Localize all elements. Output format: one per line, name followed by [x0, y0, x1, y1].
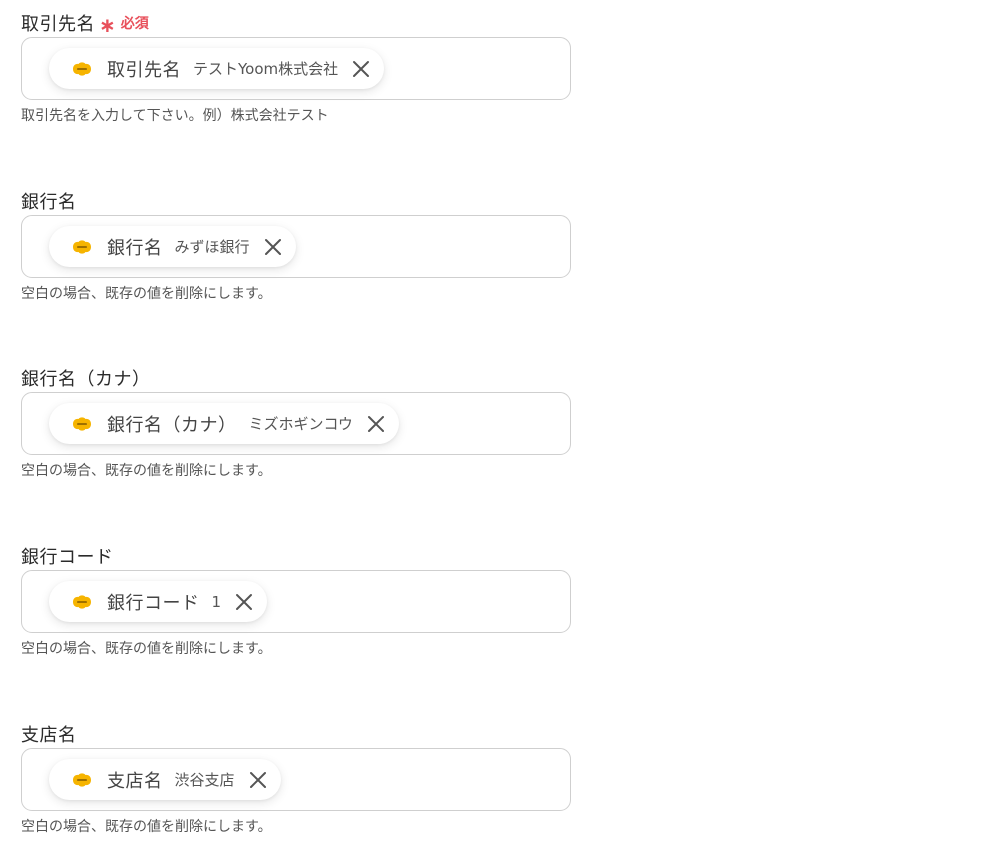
variable-chip[interactable]: 銀行名（カナ） ミズホギンコウ	[49, 403, 399, 444]
field-label-row: 支店名	[21, 722, 571, 746]
chip-value: 渋谷支店	[174, 771, 235, 789]
field-label: 支店名	[21, 725, 77, 746]
close-icon[interactable]	[350, 58, 372, 80]
field-label-row: 銀行名（カナ）	[21, 366, 571, 390]
variable-chip[interactable]: 銀行コード 1	[49, 581, 268, 622]
field-label: 銀行コード	[21, 547, 114, 568]
kintone-icon	[73, 239, 91, 254]
field-label: 取引先名	[21, 14, 95, 35]
close-icon[interactable]	[247, 769, 269, 791]
close-icon[interactable]	[262, 236, 284, 258]
kintone-icon	[73, 416, 91, 431]
close-icon[interactable]	[365, 413, 387, 435]
help-text: 空白の場合、既存の値を削除にします。	[21, 641, 272, 657]
help-text: 空白の場合、既存の値を削除にします。	[21, 286, 272, 302]
field-branch-name: 支店名 支店名 渋谷支店 空白の場合、既存の値を削除にします。	[21, 722, 571, 835]
bank-code-input[interactable]: 銀行コード 1	[21, 570, 571, 633]
kintone-icon	[73, 772, 91, 787]
partner-name-input[interactable]: 取引先名 テストYoom株式会社	[21, 37, 571, 100]
field-label: 銀行名	[21, 192, 77, 213]
variable-chip[interactable]: 銀行名 みずほ銀行	[49, 226, 296, 267]
field-label-row: 銀行コード	[21, 544, 571, 568]
help-text: 空白の場合、既存の値を削除にします。	[21, 463, 272, 479]
chip-value: みずほ銀行	[174, 238, 250, 256]
field-label: 銀行名（カナ）	[21, 369, 151, 390]
bank-name-kana-input[interactable]: 銀行名（カナ） ミズホギンコウ	[21, 392, 571, 455]
chip-field-name: 銀行コード	[107, 592, 200, 614]
field-bank-name-kana: 銀行名（カナ） 銀行名（カナ） ミズホギンコウ 空白の場合、既存の値を削除にしま…	[21, 366, 571, 479]
field-label-row: 銀行名	[21, 189, 571, 213]
chip-value: テストYoom株式会社	[193, 60, 339, 78]
branch-name-input[interactable]: 支店名 渋谷支店	[21, 748, 571, 811]
field-partner-name: 取引先名 ∗ 必須 取引先名 テストYoom株式会社 取引先名を入力して下さい。…	[21, 11, 571, 124]
help-text: 空白の場合、既存の値を削除にします。	[21, 819, 272, 835]
field-label-row: 取引先名 ∗ 必須	[21, 11, 571, 35]
chip-field-name: 取引先名	[107, 59, 181, 81]
required-badge: 必須	[120, 16, 149, 32]
chip-field-name: 銀行名	[107, 237, 163, 259]
chip-value: 1	[211, 592, 222, 611]
chip-field-name: 支店名	[107, 770, 163, 792]
kintone-icon	[73, 61, 91, 76]
chip-field-name: 銀行名（カナ）	[107, 414, 237, 436]
help-text: 取引先名を入力して下さい。例）株式会社テスト	[21, 108, 329, 124]
variable-chip[interactable]: 取引先名 テストYoom株式会社	[49, 48, 385, 89]
bank-name-input[interactable]: 銀行名 みずほ銀行	[21, 215, 571, 278]
field-bank-code: 銀行コード 銀行コード 1 空白の場合、既存の値を削除にします。	[21, 544, 571, 657]
field-bank-name: 銀行名 銀行名 みずほ銀行 空白の場合、既存の値を削除にします。	[21, 189, 571, 302]
variable-chip[interactable]: 支店名 渋谷支店	[49, 759, 281, 800]
kintone-icon	[73, 594, 91, 609]
close-icon[interactable]	[233, 591, 255, 613]
chip-value: ミズホギンコウ	[248, 415, 353, 433]
required-asterisk-icon: ∗	[99, 13, 116, 37]
